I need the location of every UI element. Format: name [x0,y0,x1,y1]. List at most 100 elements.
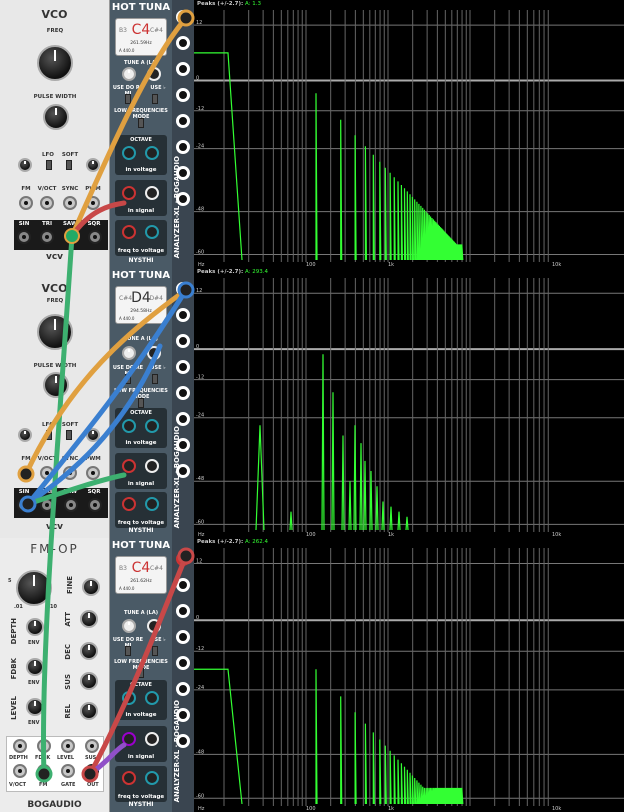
analyzer-in-3[interactable] [176,62,190,76]
depth-cv-jack[interactable] [13,739,27,753]
in-signal-jack-a[interactable] [122,732,136,746]
fm-knob[interactable] [18,428,32,442]
octave-jack-2[interactable] [145,691,159,705]
tune-knob[interactable] [122,67,136,81]
do-re-mi-switch[interactable] [125,374,131,384]
f2v-jack-b[interactable] [145,771,159,785]
pwm-knob[interactable] [86,428,100,442]
analyzer-in-5[interactable] [176,114,190,128]
tune-cv-jack[interactable] [147,346,161,360]
lfo-switch[interactable] [46,430,52,440]
tune-knob[interactable] [122,619,136,633]
tune-cv-jack[interactable] [147,619,161,633]
analyzer-in-3[interactable] [176,604,190,618]
f2v-jack-a[interactable] [122,771,136,785]
analyzer-in-5[interactable] [176,386,190,400]
analyzer-in-1[interactable] [176,552,190,566]
in-signal-jack-a[interactable] [122,186,136,200]
tri-out-jack[interactable] [40,498,54,512]
saw-out-jack[interactable] [64,498,78,512]
voct-jack[interactable] [40,196,54,210]
in-signal-jack-a[interactable] [122,459,136,473]
voct-jack[interactable] [13,764,27,778]
low-freq-switch[interactable] [138,398,144,408]
analyzer-in-4[interactable] [176,88,190,102]
ratio-knob[interactable] [16,570,52,606]
att-knob[interactable] [80,610,98,628]
gate-jack[interactable] [61,764,75,778]
f2v-jack-b[interactable] [145,497,159,511]
f2v-jack-a[interactable] [122,497,136,511]
in-signal-jack-b[interactable] [145,186,159,200]
pulse-width-knob[interactable] [43,104,69,130]
pwm-knob[interactable] [86,158,100,172]
pulse-width-knob[interactable] [43,372,69,398]
analyzer-in-2[interactable] [176,308,190,322]
analyzer-in-6[interactable] [176,682,190,696]
sin-out-jack[interactable] [17,498,31,512]
do-re-mi-switch[interactable] [125,94,131,104]
octave-jack-2[interactable] [145,146,159,160]
do-re-mi-switch[interactable] [125,646,131,656]
peaks-readout: Peaks (+/-2.7): A: 293.4 [197,269,268,275]
pwm-jack[interactable] [86,466,100,480]
analyzer-in-6[interactable] [176,412,190,426]
sus-cv-jack[interactable] [85,739,99,753]
flat-switch[interactable] [152,94,158,104]
octave-box: OCTAVE in voltage [115,680,167,720]
freq-knob[interactable] [37,314,73,350]
octave-jack-2[interactable] [145,419,159,433]
level-cv-jack[interactable] [61,739,75,753]
f2v-jack-b[interactable] [145,225,159,239]
in-signal-jack-b[interactable] [145,732,159,746]
saw-out-jack[interactable] [64,230,78,244]
depth-knob[interactable] [26,618,44,636]
fm-jack[interactable] [19,196,33,210]
fm-jack[interactable] [37,764,51,778]
sqr-out-jack[interactable] [88,498,102,512]
tune-knob[interactable] [122,346,136,360]
level-knob[interactable] [26,698,44,716]
fm-knob[interactable] [18,158,32,172]
pwm-jack[interactable] [86,196,100,210]
low-freq-switch[interactable] [138,118,144,128]
lfo-switch[interactable] [46,160,52,170]
out-jack[interactable] [85,764,99,778]
freq-knob[interactable] [37,45,73,81]
sus-knob[interactable] [80,672,98,690]
low-freq-switch[interactable] [138,668,144,678]
rel-knob[interactable] [80,702,98,720]
sync-jack[interactable] [63,466,77,480]
soft-switch[interactable] [66,160,72,170]
soft-switch[interactable] [66,430,72,440]
tune-cv-jack[interactable] [147,67,161,81]
sync-jack[interactable] [63,196,77,210]
flat-switch[interactable] [152,374,158,384]
f2v-jack-a[interactable] [122,225,136,239]
tri-out-jack[interactable] [40,230,54,244]
octave-jack-1[interactable] [122,146,136,160]
analyzer-in-5[interactable] [176,656,190,670]
dec-knob[interactable] [80,642,98,660]
analyzer-in-2[interactable] [176,578,190,592]
fine-knob[interactable] [82,578,100,596]
sin-out-jack[interactable] [17,230,31,244]
fdbk-cv-jack[interactable] [37,739,51,753]
analyzer-in-1[interactable] [176,282,190,296]
in-signal-jack-b[interactable] [145,459,159,473]
analyzer-in-1[interactable] [176,10,190,24]
voct-jack[interactable] [40,466,54,480]
soft-label: SOFT [61,152,79,158]
analyzer-in-4[interactable] [176,630,190,644]
flat-switch[interactable] [152,646,158,656]
fm-jack[interactable] [19,466,33,480]
spectrum-plot: 120-12-24-48-60Hz 100 1k 10k [194,10,624,268]
octave-jack-1[interactable] [122,419,136,433]
analyzer-in-6[interactable] [176,140,190,154]
analyzer-in-2[interactable] [176,36,190,50]
analyzer-in-3[interactable] [176,334,190,348]
sqr-out-jack[interactable] [88,230,102,244]
fdbk-knob[interactable] [26,658,44,676]
analyzer-in-4[interactable] [176,360,190,374]
octave-jack-1[interactable] [122,691,136,705]
